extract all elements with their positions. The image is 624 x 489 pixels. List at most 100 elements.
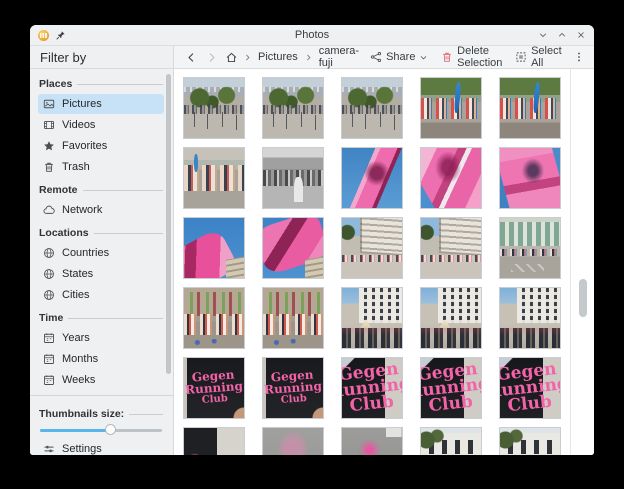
home-button[interactable] xyxy=(223,50,240,65)
maximize-button[interactable] xyxy=(557,30,567,40)
photo-thumbnail[interactable]: GegenRunningClub xyxy=(499,357,561,419)
globe-icon xyxy=(43,289,55,301)
photo-thumbnail[interactable] xyxy=(183,147,245,209)
photo-thumbnail[interactable] xyxy=(341,287,403,349)
photo-thumbnail[interactable] xyxy=(499,217,561,279)
sidebar-item-favorites[interactable]: Favorites xyxy=(38,136,164,156)
toolbar: Pictures camera-fuji Share Delete Select… xyxy=(174,46,594,69)
minimize-button[interactable] xyxy=(538,30,548,40)
tent-shape xyxy=(439,319,451,328)
delete-selection-button[interactable]: Delete Selection xyxy=(439,44,504,70)
photo-thumbnail[interactable] xyxy=(341,427,403,455)
share-label: Share xyxy=(386,51,415,63)
sidebar-item-days[interactable]: Days xyxy=(38,391,164,394)
breadcrumb-item-pictures[interactable]: Pictures xyxy=(255,50,301,64)
shirt-print-line: Club xyxy=(349,394,395,415)
videos-icon xyxy=(43,119,55,131)
calendar-icon xyxy=(43,332,55,344)
close-button[interactable] xyxy=(576,30,586,40)
photo-thumbnail[interactable] xyxy=(420,147,482,209)
photo-thumbnail[interactable] xyxy=(499,147,561,209)
sidebar-item-states[interactable]: States xyxy=(38,264,164,284)
photo-thumbnail[interactable] xyxy=(420,287,482,349)
sidebar-item-label: States xyxy=(62,268,93,280)
trash-icon xyxy=(441,51,453,63)
sidebar-item-label: Network xyxy=(62,204,102,216)
sidebar-item-weeks[interactable]: Weeks xyxy=(38,370,164,390)
photo-thumbnail[interactable] xyxy=(183,217,245,279)
shirt-print-line: Club xyxy=(201,393,228,407)
breadcrumb-separator-icon xyxy=(243,53,252,62)
grid-scrollbar-track[interactable] xyxy=(570,69,594,455)
sidebar-item-label: Countries xyxy=(62,247,109,259)
photo-thumbnail[interactable] xyxy=(262,147,324,209)
sidebar-item-videos[interactable]: Videos xyxy=(38,115,164,135)
slider-handle[interactable] xyxy=(105,424,116,435)
sidebar-item-years[interactable]: Years xyxy=(38,328,164,348)
section-title: Locations xyxy=(39,227,89,239)
photo-thumbnail[interactable] xyxy=(341,77,403,139)
slider-fill xyxy=(40,429,111,432)
window-title: Photos xyxy=(30,29,594,41)
photo-thumbnail[interactable] xyxy=(420,77,482,139)
divider xyxy=(68,318,163,319)
photo-thumbnail[interactable]: GegenRunningClub xyxy=(183,357,245,419)
back-button[interactable] xyxy=(183,50,200,65)
titlebar[interactable]: Photos xyxy=(30,25,594,46)
shirt-print-line: Club xyxy=(280,393,307,407)
photo-thumbnail[interactable] xyxy=(262,287,324,349)
content-area: Pictures camera-fuji Share Delete Select… xyxy=(174,46,594,455)
divider xyxy=(77,84,163,85)
globe-icon xyxy=(43,247,55,259)
tent-shape xyxy=(360,319,372,328)
shirt-print-text: GegenRunningClub xyxy=(262,357,324,419)
star-icon xyxy=(43,140,55,152)
section-title: Time xyxy=(39,312,63,324)
sidebar-item-cities[interactable]: Cities xyxy=(38,285,164,305)
share-icon xyxy=(370,51,382,63)
photo-thumbnail[interactable] xyxy=(341,147,403,209)
divider xyxy=(83,190,163,191)
photo-thumbnail[interactable] xyxy=(262,217,324,279)
photo-thumbnail[interactable] xyxy=(183,287,245,349)
share-button[interactable]: Share xyxy=(368,50,430,64)
photo-thumbnail[interactable] xyxy=(420,427,482,455)
thumbnails-size-slider[interactable] xyxy=(40,424,162,436)
breadcrumb-separator-icon xyxy=(304,53,313,62)
sidebar-scrollbar[interactable] xyxy=(166,74,171,374)
sidebar-item-months[interactable]: Months xyxy=(38,349,164,369)
photo-thumbnail[interactable]: GegenRunningClub xyxy=(420,357,482,419)
photo-thumbnail[interactable] xyxy=(499,287,561,349)
photo-thumbnail[interactable] xyxy=(262,427,324,455)
pictures-icon xyxy=(43,98,55,110)
shirt-print-text: GegenRunningClub xyxy=(341,357,403,419)
photo-thumbnail[interactable] xyxy=(341,217,403,279)
select-all-button[interactable]: Select All xyxy=(513,44,564,70)
sidebar-item-trash[interactable]: Trash xyxy=(38,157,164,177)
grid-scrollbar-handle[interactable] xyxy=(579,279,587,317)
photo-thumbnail[interactable] xyxy=(499,77,561,139)
sidebar-item-network[interactable]: Network xyxy=(38,200,164,220)
sidebar-item-label: Trash xyxy=(62,161,90,173)
breadcrumb-item-camera-fuji[interactable]: camera-fuji xyxy=(316,44,362,70)
overflow-menu-button[interactable] xyxy=(571,50,587,64)
photo-thumbnail[interactable] xyxy=(499,427,561,455)
shirt-print-line: Club xyxy=(428,394,474,415)
photo-thumbnail[interactable] xyxy=(183,77,245,139)
sidebar-item-pictures[interactable]: Pictures xyxy=(38,94,164,114)
forward-button[interactable] xyxy=(203,50,220,65)
calendar-icon xyxy=(43,374,55,386)
photo-thumbnail[interactable]: GegenRunningClub xyxy=(341,357,403,419)
trash-icon xyxy=(43,161,55,173)
photo-thumbnail[interactable] xyxy=(262,77,324,139)
globe-icon xyxy=(43,268,55,280)
chevron-down-icon xyxy=(419,53,428,62)
photo-thumbnail[interactable] xyxy=(420,217,482,279)
sidebar-item-label: Cities xyxy=(62,289,90,301)
photo-thumbnail[interactable] xyxy=(183,427,245,455)
sidebar-item-label: Weeks xyxy=(62,374,95,386)
photo-thumbnail[interactable]: GegenRunningClub xyxy=(262,357,324,419)
settings-button[interactable]: Settings xyxy=(38,439,164,455)
sidebar-item-countries[interactable]: Countries xyxy=(38,243,164,263)
select-all-icon xyxy=(515,51,527,63)
